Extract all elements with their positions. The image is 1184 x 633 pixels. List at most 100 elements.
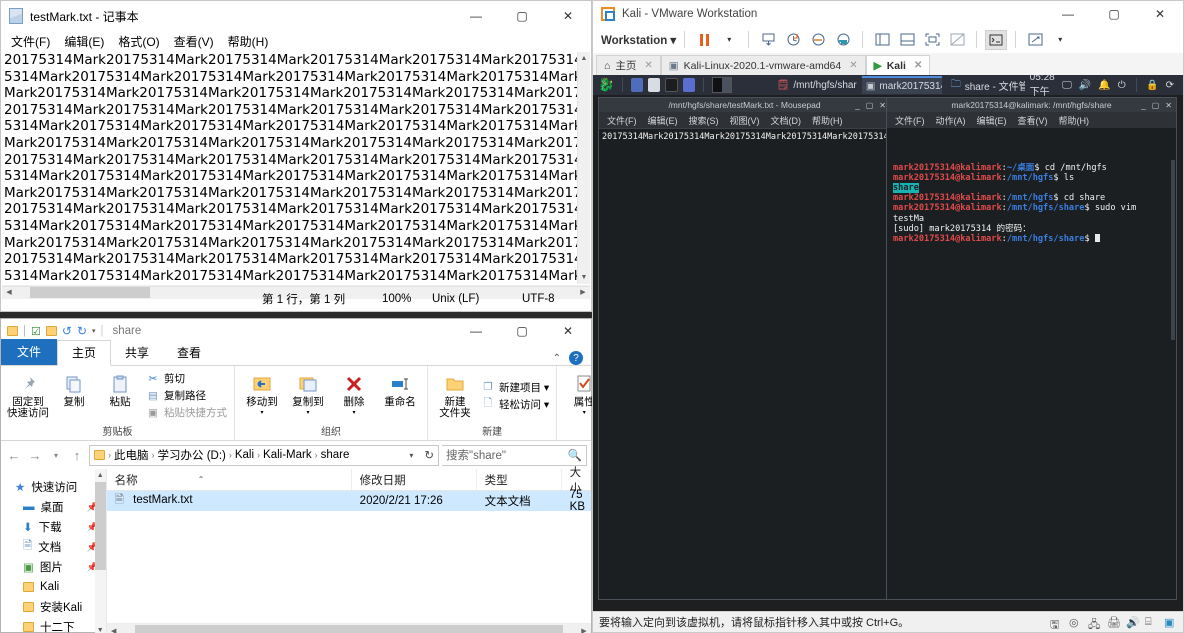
scroll-left-icon[interactable]: ◀ xyxy=(107,627,121,633)
copy-button[interactable]: 复制 xyxy=(51,368,97,423)
menu-item-format[interactable]: 格式(O) xyxy=(112,31,165,52)
recent-locations-icon[interactable]: ▾ xyxy=(47,451,65,460)
console-view-icon[interactable] xyxy=(985,29,1008,50)
minimize-icon[interactable]: _ xyxy=(855,101,859,110)
notepad-text-area[interactable]: 20175314Mark20175314Mark20175314Mark2017… xyxy=(2,52,577,284)
close-icon[interactable]: ✕ xyxy=(1165,101,1172,110)
minimize-icon[interactable]: — xyxy=(1045,0,1091,29)
terminal-launcher-icon[interactable] xyxy=(665,78,678,92)
help-icon[interactable]: ? xyxy=(569,351,583,365)
workstation-menu-button[interactable]: Workstation ▾ xyxy=(601,33,676,47)
restart-icon[interactable]: ⟳ xyxy=(1166,80,1174,91)
network-icon[interactable]: 🖧 xyxy=(1088,616,1101,631)
display-icon[interactable]: 🖵 xyxy=(1062,80,1072,91)
chevron-down-icon[interactable]: ▾ xyxy=(92,327,96,335)
cut-button[interactable]: ✂ 剪切 xyxy=(146,371,227,386)
usb-icon[interactable]: ⌸ xyxy=(1145,616,1158,629)
back-icon[interactable]: ← xyxy=(5,448,23,463)
scroll-down-icon[interactable]: ▼ xyxy=(95,624,106,633)
maximize-icon[interactable]: ▢ xyxy=(1091,0,1137,29)
taskbar-item-terminal[interactable]: ▣ mark20175314... xyxy=(861,76,942,94)
refresh-icon[interactable]: ↻ xyxy=(424,448,434,462)
volume-icon[interactable]: 🔊 xyxy=(1079,80,1091,91)
column-header-name[interactable]: 名称 ⌃ xyxy=(107,469,352,490)
close-icon[interactable]: ✕ xyxy=(545,316,591,346)
lock-icon[interactable]: 🔒 xyxy=(1146,80,1158,91)
collapse-ribbon-icon[interactable]: ⌃ xyxy=(553,353,561,364)
easy-access-button[interactable]: 🗋 轻松访问 ▾ xyxy=(481,397,549,412)
close-icon[interactable]: ✕ xyxy=(914,60,922,71)
harddisk-icon[interactable]: 🖫 xyxy=(1050,616,1063,631)
notepad-vertical-scrollbar[interactable]: ▲ ▼ xyxy=(577,52,590,284)
paste-shortcut-button[interactable]: ▣ 粘贴快捷方式 xyxy=(146,405,227,420)
workspace-icon[interactable] xyxy=(631,78,644,92)
tab-view[interactable]: 查看 xyxy=(163,341,215,365)
copy-path-button[interactable]: ▤ 复制路径 xyxy=(146,388,227,403)
delete-button[interactable]: 删除 ▾ xyxy=(331,368,377,423)
revert-snapshot-icon[interactable] xyxy=(807,30,829,50)
rename-button[interactable]: 重命名 xyxy=(377,368,423,423)
workspace-switcher[interactable] xyxy=(711,77,732,93)
sidebar-item-documents[interactable]: 🗎 文档 📌 xyxy=(1,537,106,557)
tab-kali[interactable]: ▶ Kali ✕ xyxy=(865,55,931,75)
breadcrumb-item-4[interactable]: share xyxy=(321,449,350,461)
filemanager-launcher-icon[interactable] xyxy=(648,78,661,92)
show-thumbnail-icon[interactable] xyxy=(896,30,918,50)
column-header-type[interactable]: 类型 xyxy=(477,469,562,490)
menu-item-view[interactable]: 视图(V) xyxy=(730,114,760,127)
cdrom-icon[interactable]: ◎ xyxy=(1069,616,1082,629)
sidebar-item-pictures[interactable]: ▣ 图片 📌 xyxy=(1,557,106,577)
column-header-size[interactable]: 大小 xyxy=(562,467,591,495)
browser-launcher-icon[interactable] xyxy=(682,78,696,92)
vm-guest-screen[interactable]: 🐉 🗒 /mnt/hgfs/share... ▣ mar xyxy=(593,75,1183,611)
sound-icon[interactable]: 🔊 xyxy=(1126,616,1140,629)
chevron-down-icon[interactable]: ▾ xyxy=(352,408,355,419)
chevron-down-icon[interactable]: ▾ xyxy=(583,408,586,419)
printer-icon[interactable]: 🖨 xyxy=(1107,616,1121,629)
copy-to-button[interactable]: 复制到 ▾ xyxy=(285,368,331,423)
clock[interactable]: 05:28 下午 xyxy=(1030,75,1056,98)
breadcrumb-item-2[interactable]: Kali xyxy=(235,449,254,461)
redo-icon[interactable]: ↻ xyxy=(77,324,87,338)
display-device-icon[interactable]: ▣ xyxy=(1164,616,1177,629)
up-icon[interactable]: ↑ xyxy=(68,448,86,463)
dropdown-icon[interactable]: ▾ xyxy=(718,30,740,50)
power-icon[interactable]: ⏻ xyxy=(1118,80,1126,91)
file-name-cell[interactable]: 🗎 testMark.txt xyxy=(107,492,352,511)
breadcrumb-item-1[interactable]: 学习办公 (D:) xyxy=(158,447,226,463)
scroll-up-icon[interactable]: ▲ xyxy=(95,469,106,482)
close-icon[interactable]: ✕ xyxy=(879,101,886,110)
move-to-button[interactable]: 移动到 ▾ xyxy=(239,368,285,423)
stretch-icon[interactable] xyxy=(1024,30,1046,50)
menu-item-file[interactable]: 文件(F) xyxy=(607,114,637,127)
chevron-down-icon[interactable]: ▾ xyxy=(260,408,263,419)
menu-item-view[interactable]: 查看(V) xyxy=(168,31,220,52)
notification-icon[interactable]: 🔔 xyxy=(1098,80,1110,91)
tab-file[interactable]: 文件 xyxy=(1,339,58,365)
breadcrumb-item-3[interactable]: Kali-Mark xyxy=(263,449,312,461)
minimize-icon[interactable]: — xyxy=(453,316,499,346)
terminal-scrollbar[interactable] xyxy=(1171,160,1175,340)
column-header-date[interactable]: 修改日期 xyxy=(352,469,477,490)
sidebar-item-install-kali[interactable]: 安装Kali xyxy=(1,597,106,617)
scrollbar-thumb[interactable] xyxy=(134,624,563,633)
sidebar-item-quick-access[interactable]: ★ 快速访问 xyxy=(1,477,106,497)
breadcrumb[interactable]: › 此电脑 › 学习办公 (D:) › Kali › Kali-Mark › s… xyxy=(89,444,439,466)
minimize-icon[interactable]: — xyxy=(453,1,499,31)
unity-icon[interactable] xyxy=(946,30,968,50)
scrollbar-thumb[interactable] xyxy=(94,482,106,570)
sidebar-item-desktop[interactable]: ▬ 桌面 📌 xyxy=(1,497,106,517)
chevron-down-icon[interactable]: ▾ xyxy=(1049,30,1071,50)
new-item-button[interactable]: ❐ 新建项目 ▾ xyxy=(481,380,549,395)
new-folder-button[interactable]: 新建 文件夹 xyxy=(432,368,478,423)
manage-snapshot-icon[interactable] xyxy=(832,30,854,50)
menu-item-help[interactable]: 帮助(H) xyxy=(222,31,275,52)
show-library-icon[interactable] xyxy=(871,30,893,50)
menu-item-file[interactable]: 文件(F) xyxy=(5,31,56,52)
table-row[interactable]: 🗎 testMark.txt 2020/2/21 17:26 文本文档 75 K… xyxy=(106,489,591,513)
close-icon[interactable]: ✕ xyxy=(1137,0,1183,29)
whisker-menu-icon[interactable]: 🐉 xyxy=(598,77,614,93)
taskbar-item-mousepad[interactable]: 🗒 /mnt/hgfs/share... xyxy=(773,76,857,94)
menu-item-actions[interactable]: 动作(A) xyxy=(936,114,966,127)
sidebar-item-downloads[interactable]: ⬇ 下载 📌 xyxy=(1,517,106,537)
